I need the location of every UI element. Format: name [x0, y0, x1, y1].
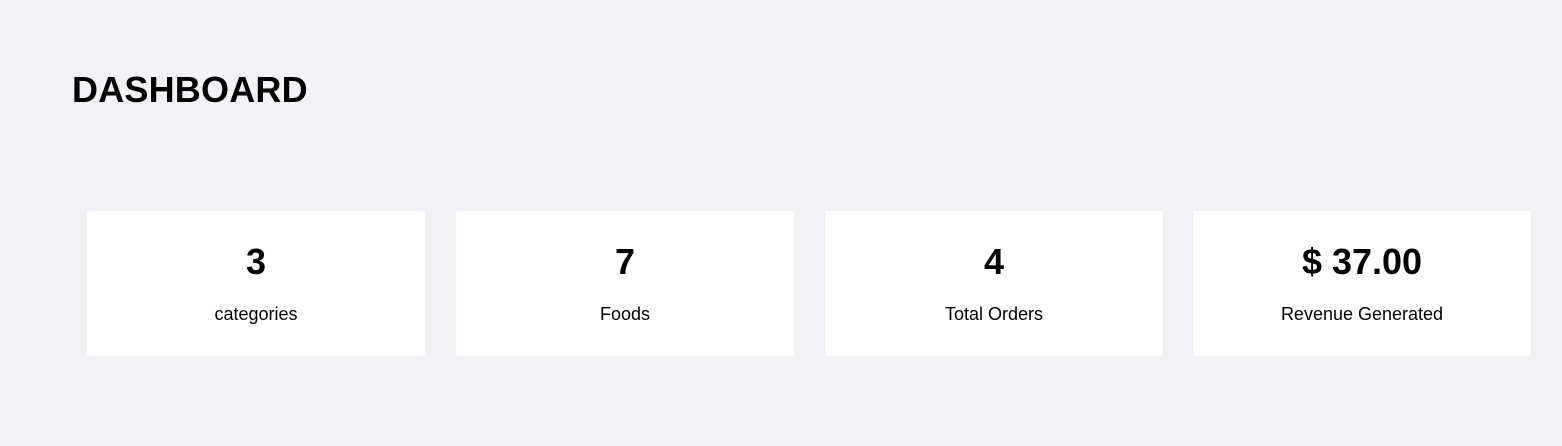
stat-value-categories: 3 — [245, 241, 267, 282]
stat-label-categories: categories — [214, 304, 298, 324]
stat-value-foods: 7 — [614, 241, 636, 282]
stat-card-categories: 3 categories — [87, 211, 425, 356]
stat-card-foods: 7 Foods — [456, 211, 794, 356]
stat-label-foods: Foods — [599, 304, 651, 324]
stat-label-total-orders: Total Orders — [944, 304, 1044, 324]
stat-card-total-orders: 4 Total Orders — [825, 211, 1163, 356]
stat-card-revenue: $ 37.00 Revenue Generated — [1193, 211, 1531, 356]
stat-value-total-orders: 4 — [983, 241, 1005, 282]
page-title: DASHBOARD — [72, 69, 308, 110]
stat-label-revenue: Revenue Generated — [1280, 304, 1444, 324]
stat-value-revenue: $ 37.00 — [1301, 241, 1423, 282]
stats-row: 3 categories 7 Foods 4 Total Orders $ 37… — [87, 211, 1531, 356]
